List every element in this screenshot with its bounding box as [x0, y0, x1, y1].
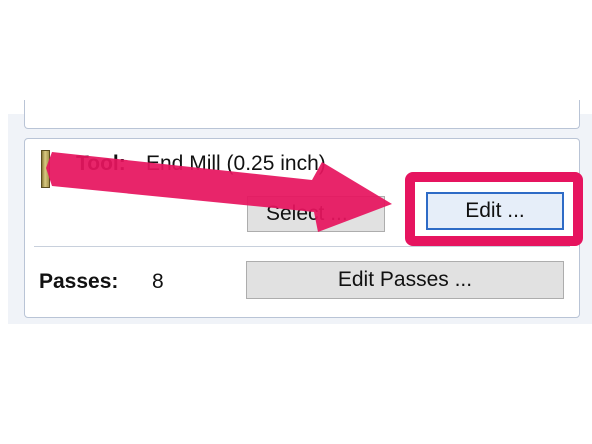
passes-label: Passes: — [39, 270, 119, 293]
edit-passes-button[interactable]: Edit Passes ... — [246, 261, 564, 299]
highlight-box — [405, 172, 583, 246]
screenshot-stage: Tool: End Mill (0.25 inch) Select ... Ed… — [0, 0, 592, 444]
tool-label: Tool: — [76, 152, 126, 175]
passes-value: 8 — [152, 270, 164, 293]
tool-name: End Mill (0.25 inch) — [146, 152, 326, 175]
section-divider — [34, 246, 570, 247]
edit-passes-button-label: Edit Passes ... — [337, 268, 473, 291]
end-mill-tool-icon — [41, 150, 50, 188]
select-tool-button-label: Select ... — [266, 202, 348, 225]
select-tool-button[interactable]: Select ... — [247, 196, 385, 232]
upper-group-box — [24, 100, 580, 129]
